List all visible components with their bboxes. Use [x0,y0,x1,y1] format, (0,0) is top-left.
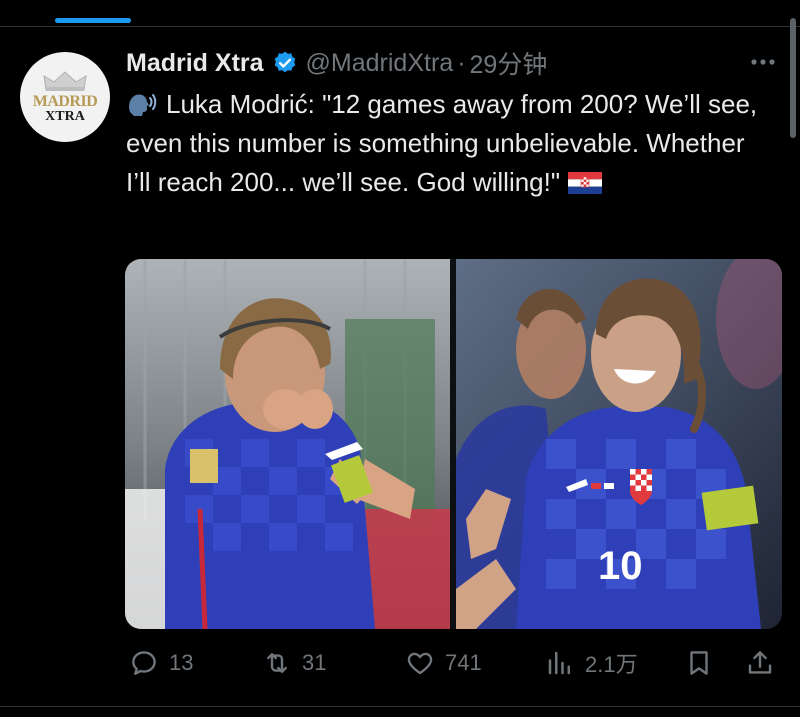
header-separator: · [457,48,466,77]
like-button[interactable]: 741 [405,640,482,686]
photo-right-illustration: 10 [456,259,782,629]
tweet-body: Luka Modrić: "12 games away from 200? We… [126,89,758,197]
active-tab-indicator [55,18,131,23]
author-name[interactable]: Madrid Xtra [126,49,264,78]
view-count: 2.1万 [585,652,638,677]
top-divider [0,26,800,27]
views-button[interactable]: 2.1万 [545,640,638,686]
bottom-divider [0,706,800,707]
tweet-header: Madrid Xtra @MadridXtra · 29分钟 [126,44,547,82]
avatar[interactable]: MADRID XTRA [20,52,110,142]
photo-modric-smiling[interactable]: 10 [456,259,782,629]
reply-icon [132,651,156,675]
share-button[interactable] [745,640,785,686]
tweet-timestamp[interactable]: 29分钟 [470,45,548,81]
share-icon [748,651,772,674]
bookmark-icon [690,651,708,675]
croatia-flag-icon [568,172,603,194]
tweet-text: Luka Modrić: "12 games away from 200? We… [126,85,776,202]
like-count: 741 [445,650,482,675]
retweet-icon [267,653,287,673]
tweet-actions-bar: 13 31 741 2.1万 [0,640,800,690]
reply-button[interactable]: 13 [129,640,193,686]
heart-icon [407,652,433,675]
bookmark-button[interactable] [684,640,724,686]
retweet-button[interactable]: 31 [262,640,326,686]
speaking-head-icon [129,94,157,116]
photo-modric-kissing-badge[interactable] [125,259,450,629]
retweet-count: 31 [302,650,327,675]
reply-count: 13 [169,650,194,675]
crown-icon [43,71,87,91]
avatar-logo-xtra: XTRA [45,109,85,124]
avatar-logo-madrid: MADRID [32,93,98,110]
tweet-media-grid[interactable]: 10 [125,259,782,629]
photo-left-illustration [125,259,450,629]
scrollbar[interactable] [790,18,796,138]
shirt-number: 10 [598,544,643,588]
verified-badge-icon [274,51,295,73]
more-options-icon[interactable] [748,52,778,72]
analytics-icon [548,651,570,675]
author-handle[interactable]: @MadridXtra [306,49,454,78]
